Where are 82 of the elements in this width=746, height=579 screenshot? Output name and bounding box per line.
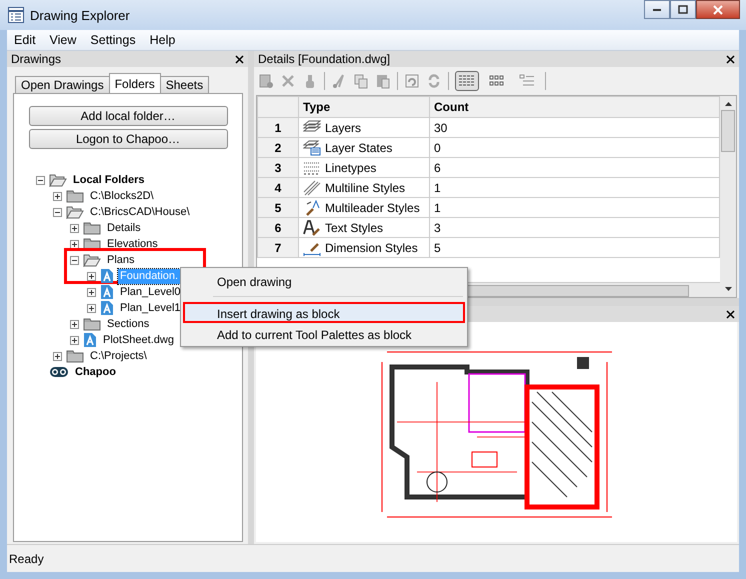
tree-item[interactable]: Plan_Level0 (118, 284, 183, 300)
tab[interactable]: Open Drawings (15, 76, 110, 93)
tree-item[interactable]: C:\Projects\ (88, 348, 149, 364)
multiline-icon (303, 180, 321, 196)
menu-item[interactable]: Help (142, 33, 182, 47)
row-number: 5 (258, 198, 298, 218)
close-button[interactable] (696, 0, 740, 19)
tree-item[interactable]: C:\BricsCAD\House\ (88, 204, 192, 220)
status-text: Ready (9, 552, 44, 566)
tree-item[interactable]: PlotSheet.dwg (101, 332, 176, 348)
minimize-button[interactable] (644, 0, 670, 19)
column-header[interactable]: Count (430, 96, 720, 118)
panel-title: Details [Foundation.dwg] (258, 52, 390, 66)
row-number: 2 (258, 138, 298, 158)
layer-states-icon (303, 140, 321, 156)
tree-item[interactable]: Elevations (105, 236, 160, 252)
folder-icon (83, 221, 101, 235)
menu-item[interactable]: View (42, 33, 84, 47)
close-icon[interactable] (235, 54, 244, 64)
maximize-icon (678, 5, 688, 14)
open-folder-icon (66, 205, 84, 219)
tab[interactable]: Sheets (160, 76, 210, 93)
text-style-icon (303, 220, 321, 236)
menu-item[interactable]: Add to current Tool Palettes as block (183, 323, 465, 344)
action-button[interactable]: Logon to Chapoo… (28, 129, 228, 149)
drawing-file-icon (100, 300, 114, 316)
tree-item[interactable]: Sections (105, 316, 152, 332)
table-cell: 5 (430, 238, 720, 258)
window-title: Drawing Explorer (30, 8, 130, 22)
row-number: 6 (258, 218, 298, 238)
panel-title: Drawings (11, 52, 62, 66)
app-icon (8, 7, 24, 23)
table-cell: 1 (430, 198, 720, 218)
scroll-up-icon[interactable] (724, 102, 732, 106)
close-icon (712, 4, 724, 14)
drawing-file-icon (83, 332, 97, 348)
row-number: 1 (258, 118, 298, 138)
minimize-icon (652, 8, 662, 12)
tree-item[interactable]: Details (105, 220, 143, 236)
folder-icon (66, 189, 84, 203)
tab[interactable]: Folders (108, 73, 161, 93)
row-number: 7 (258, 238, 298, 258)
drawing-file-icon (100, 268, 114, 284)
menu-item[interactable]: Insert drawing as block (183, 302, 465, 323)
chapoo-icon (49, 366, 69, 378)
open-folder-icon (83, 253, 101, 267)
table-cell: 6 (430, 158, 720, 178)
tree-item[interactable]: Plans (105, 252, 137, 268)
tree-item[interactable]: Chapoo (73, 364, 118, 380)
menu-item[interactable]: Settings (83, 33, 143, 47)
table-cell: Linetypes (325, 160, 376, 174)
table-cell: Dimension Styles (325, 240, 418, 254)
open-folder-icon (49, 173, 67, 187)
scrollbar-thumb[interactable] (721, 110, 735, 152)
close-icon[interactable] (726, 54, 735, 64)
table-cell: Layers (325, 120, 362, 134)
maximize-button[interactable] (670, 0, 696, 19)
tree-item[interactable]: Plan_Level1 (118, 300, 183, 316)
table-cell: Multileader Styles (325, 200, 420, 214)
table-cell: Multiline Styles (325, 180, 406, 194)
table-cell: Text Styles (325, 220, 384, 234)
folder-icon (66, 349, 84, 363)
close-icon[interactable] (726, 310, 735, 318)
row-number: 4 (258, 178, 298, 198)
folder-icon (83, 317, 101, 331)
menu-item[interactable]: Edit (7, 33, 43, 47)
drawing-file-icon (100, 284, 114, 300)
details-view-icon[interactable] (455, 71, 479, 91)
row-number: 3 (258, 158, 298, 178)
vertical-scrollbar[interactable] (720, 96, 736, 297)
tree-item[interactable]: C:\Blocks2D\ (88, 188, 156, 204)
table-cell: 3 (430, 218, 720, 238)
tree-item[interactable]: Local Folders (71, 172, 147, 188)
table-cell: 0 (430, 138, 720, 158)
menu-item[interactable]: Open drawing (183, 270, 465, 291)
table-cell: 30 (430, 118, 720, 138)
action-button[interactable]: Add local folder… (28, 106, 228, 126)
column-header[interactable]: Type (298, 96, 430, 118)
linetypes-icon (303, 160, 321, 176)
table-cell: 1 (430, 178, 720, 198)
scroll-down-icon[interactable] (724, 287, 732, 291)
table-cell: Layer States (325, 140, 392, 154)
